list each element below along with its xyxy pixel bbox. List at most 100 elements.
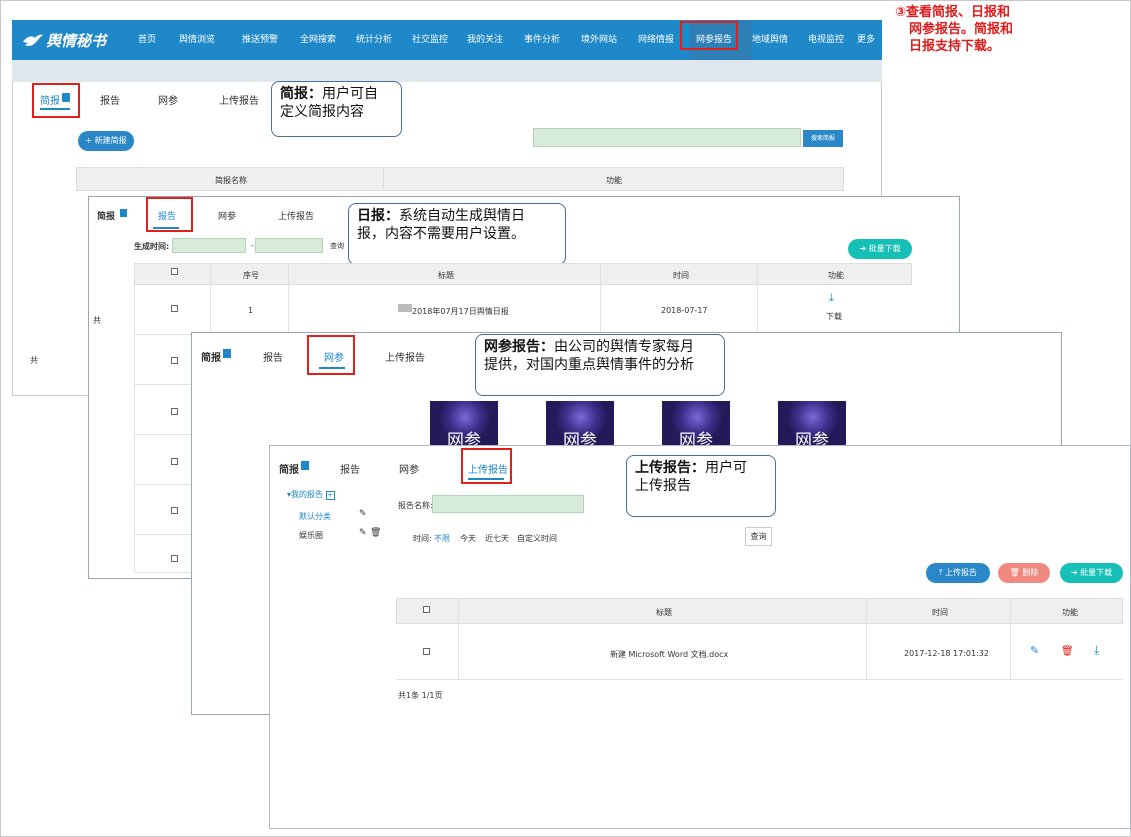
tab-upload[interactable]: 上传报告 (385, 349, 425, 364)
table-row (134, 385, 192, 435)
daily-batch-download-button[interactable]: ➔ 批量下载 (848, 239, 912, 259)
tab-brief[interactable]: 简报 (201, 349, 221, 364)
date-end-input[interactable] (255, 238, 323, 253)
table-row[interactable] (396, 624, 1123, 680)
upload-select-all-checkbox[interactable] (423, 606, 430, 613)
tab-daily[interactable]: 报告 (263, 349, 283, 364)
callout-brief: 简报：用户可自 定义简报内容 (271, 81, 402, 137)
tab-wangcan[interactable]: 网参 (158, 92, 178, 107)
tab-daily[interactable]: 报告 (100, 92, 120, 107)
add-folder-icon[interactable]: + (325, 491, 335, 500)
nav-item-more[interactable]: 更多 (857, 32, 875, 45)
upload-batch-download-button[interactable]: ➔ 批量下载 (1060, 563, 1123, 583)
upload-query-button[interactable]: 查询 (745, 527, 772, 546)
table-row (134, 435, 192, 485)
callout-daily-title: 日报： (357, 208, 399, 224)
pencil-icon[interactable]: ✎ (359, 509, 367, 519)
upload-batch-label: 批量下载 (1080, 568, 1113, 577)
row-time: 2018-07-17 (661, 306, 708, 315)
tree-item-entertainment[interactable]: 娱乐圈 (299, 530, 323, 541)
bird-logo-icon (23, 34, 43, 46)
tab-upload[interactable]: 上传报告 (278, 209, 314, 222)
trash-icon: 🗑 (1009, 568, 1023, 577)
download-icon[interactable]: ⤓ (829, 291, 834, 305)
callout-daily-line: 系统自动生成舆情日 (399, 208, 525, 224)
row-checkbox[interactable] (423, 648, 430, 655)
daily-query-button[interactable]: 查询 (330, 241, 344, 251)
upload-report-label: 上传报告 (945, 568, 978, 577)
nav-item-home[interactable]: 首页 (138, 32, 156, 45)
new-brief-button[interactable]: + 新建简报 (78, 131, 134, 151)
nav-item-overseas[interactable]: 境外网站 (581, 32, 617, 45)
daily-select-all-checkbox[interactable] (171, 268, 178, 275)
delete-label: 删除 (1022, 568, 1039, 577)
tab-wangcan[interactable]: 网参 (399, 461, 419, 476)
highlight-nav-wangcan (680, 21, 738, 50)
nav-strip (12, 60, 882, 82)
tab-wangcan[interactable]: 网参 (218, 209, 236, 222)
date-separator: - (251, 241, 254, 250)
brief-table-divider (383, 167, 384, 191)
callout-wangcan-line: 由公司的舆情专家每月 (554, 339, 694, 355)
top-navbar: 舆情秘书 首页 舆情浏览 推送预警 全网搜索 统计分析 社交监控 我的关注 事件… (12, 20, 882, 82)
callout-upload: 上传报告：用户可 上传报告 (626, 455, 776, 517)
trash-icon[interactable]: 🗑 (1061, 646, 1074, 657)
brief-col-function: 功能 (606, 176, 622, 185)
callout-brief-line: 定义简报内容 (280, 104, 364, 120)
row-title[interactable]: 2018年07月17日舆情日报 (412, 306, 509, 317)
time-option-custom[interactable]: 自定义时间 (517, 533, 557, 544)
time-option-any[interactable]: 不限 (434, 533, 450, 544)
tab-brief[interactable]: 简报 (279, 461, 299, 476)
nav-item-intel[interactable]: 网络情报 (638, 32, 674, 45)
nav-item-stats[interactable]: 统计分析 (356, 32, 392, 45)
arrow-icon: ➔ (859, 244, 869, 253)
upload-report-button[interactable]: ⤒ 上传报告 (926, 563, 990, 583)
nav-item-events[interactable]: 事件分析 (524, 32, 560, 45)
tree-root-label: ▾我的报告 (287, 490, 324, 499)
search-brief-button[interactable]: 搜索简报 (803, 130, 843, 147)
nav-item-search[interactable]: 全网搜索 (300, 32, 336, 45)
trash-icon[interactable]: 🗑 (370, 528, 381, 538)
daily-col-function: 功能 (828, 271, 844, 280)
brief-search-input[interactable] (533, 128, 801, 147)
callout-wangcan-title: 网参报告： (484, 339, 554, 355)
row-checkbox[interactable] (171, 408, 178, 415)
delete-button[interactable]: 🗑 删除 (998, 563, 1050, 583)
tree-root[interactable]: ▾我的报告 + (287, 489, 335, 500)
row-checkbox[interactable] (171, 458, 178, 465)
nav-item-browse[interactable]: 舆情浏览 (179, 32, 215, 45)
nav-item-tv[interactable]: 电视监控 (808, 32, 844, 45)
time-option-today[interactable]: 今天 (460, 533, 476, 544)
tab-brief[interactable]: 简报 (97, 209, 115, 222)
daily-col-index: 序号 (243, 271, 259, 280)
row-checkbox[interactable] (171, 357, 178, 364)
row-index: 1 (248, 306, 254, 315)
brief-footer-partial: 共 (30, 356, 38, 365)
nav-item-social[interactable]: 社交监控 (412, 32, 448, 45)
row-title[interactable]: 新建 Microsoft Word 文档.docx (610, 649, 728, 660)
app-logo[interactable]: 舆情秘书 (22, 30, 106, 51)
tab-daily[interactable]: 报告 (340, 461, 360, 476)
row-checkbox[interactable] (171, 507, 178, 514)
edit-icon[interactable]: ✎ (1030, 644, 1039, 657)
row-checkbox[interactable] (171, 555, 178, 562)
report-name-input[interactable] (432, 495, 584, 513)
annotation-line: 日报支持下载。 (909, 39, 1001, 54)
daily-col-divider (600, 263, 601, 335)
info-icon (301, 461, 309, 470)
time-option-week[interactable]: 近七天 (485, 533, 509, 544)
daily-col-divider (757, 263, 758, 335)
row-checkbox[interactable] (171, 305, 178, 312)
date-start-input[interactable] (172, 238, 246, 253)
nav-item-follow[interactable]: 我的关注 (467, 32, 503, 45)
tree-item-default[interactable]: 默认分类 (299, 511, 331, 522)
brief-col-name: 简报名称 (215, 176, 247, 185)
pencil-icon[interactable]: ✎ (359, 528, 367, 538)
row-download-label[interactable]: 下载 (826, 311, 842, 322)
nav-item-region[interactable]: 地域舆情 (752, 32, 788, 45)
upload-col-time: 时间 (932, 608, 948, 617)
download-icon[interactable]: ⤓ (1094, 643, 1099, 658)
table-row (134, 485, 192, 535)
nav-item-alerts[interactable]: 推送预警 (242, 32, 278, 45)
tab-upload[interactable]: 上传报告 (219, 92, 259, 107)
